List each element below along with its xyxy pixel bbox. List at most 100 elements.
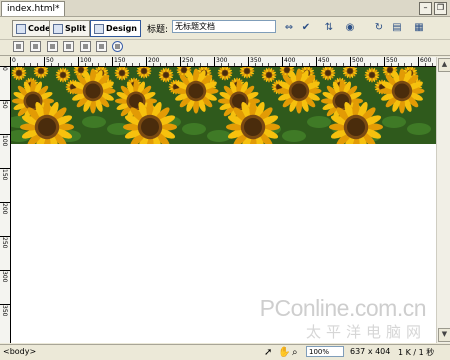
leaf <box>207 130 231 142</box>
hand-tool-icon[interactable]: ✋ <box>278 347 290 358</box>
ruler-tick <box>384 57 385 66</box>
ruler-minor-tick <box>132 63 134 66</box>
ruler-tick <box>282 57 283 66</box>
ruler-tick-label: 200 <box>1 203 8 215</box>
leaf <box>82 116 106 128</box>
ruler-tick-label: 0 <box>12 57 16 64</box>
ruler-minor-tick <box>193 63 195 66</box>
ruler-minor-tick <box>64 63 66 66</box>
ruler-minor-tick <box>118 63 120 66</box>
ruler-minor-tick <box>309 63 311 66</box>
tag-selector[interactable]: <body> <box>3 347 36 356</box>
design-view-icon <box>94 23 104 34</box>
design-view-button[interactable]: Design <box>90 20 141 37</box>
ruler-tick <box>44 57 45 66</box>
code-view-icon <box>16 23 26 34</box>
ruler-minor-tick <box>295 63 297 66</box>
ruler-minor-tick <box>220 63 222 66</box>
visual-aids-icon[interactable]: ▦ <box>412 21 426 34</box>
file-management-icon[interactable]: ⇅ <box>322 21 336 34</box>
toolbox-icon[interactable] <box>96 41 107 52</box>
ruler-tick <box>180 57 181 66</box>
monitor-icon[interactable] <box>63 41 74 52</box>
ruler-tick-label: 300 <box>1 271 8 283</box>
insert-toolbar <box>0 40 450 56</box>
ruler-minor-tick <box>30 63 32 66</box>
browser-check-icon[interactable]: ⇔ <box>282 21 296 34</box>
ruler-minor-tick <box>159 63 161 66</box>
leaf <box>407 123 431 135</box>
file-size-readout: 1 K / 1 秒 <box>398 348 435 357</box>
design-view-label: Design <box>106 24 137 33</box>
stack-icon[interactable] <box>47 41 58 52</box>
sunflower <box>379 68 425 114</box>
ruler-minor-tick <box>370 63 372 66</box>
ruler-minor-tick <box>343 63 345 66</box>
ruler-minor-tick <box>57 63 59 66</box>
design-canvas[interactable] <box>11 67 436 343</box>
ruler-minor-tick <box>98 63 100 66</box>
ruler-minor-tick <box>424 63 426 66</box>
ruler-minor-tick <box>356 63 358 66</box>
ruler-corner <box>0 57 10 66</box>
ruler-tick <box>112 57 113 66</box>
minimize-icon[interactable]: – <box>419 2 432 15</box>
ruler-minor-tick <box>302 63 304 66</box>
split-view-icon <box>53 23 63 34</box>
ruler-minor-tick <box>404 63 406 66</box>
scroll-up-icon[interactable]: ▲ <box>438 58 450 72</box>
ruler-minor-tick <box>241 63 243 66</box>
ruler-minor-tick <box>268 63 270 66</box>
zoom-select[interactable]: 100% <box>306 346 344 357</box>
validate-icon[interactable]: ✔ <box>299 21 313 34</box>
preview-globe-icon[interactable]: ◉ <box>343 21 357 34</box>
vertical-scrollbar[interactable]: ▲ ▼ <box>436 57 450 343</box>
ruler-minor-tick <box>329 63 331 66</box>
ruler-minor-tick <box>336 63 338 66</box>
ruler-tick-label: 350 <box>1 305 8 317</box>
ruler-minor-tick <box>152 63 154 66</box>
refresh-icon[interactable]: ↻ <box>372 21 386 34</box>
sunflower <box>276 68 322 114</box>
ruler-tick-label: 150 <box>1 169 8 181</box>
ruler-tick <box>214 57 215 66</box>
page-title-input[interactable] <box>172 20 276 33</box>
ruler-tick <box>10 57 11 66</box>
horizontal-ruler: 0 50 100 150 200 250 300 350 400 450 500 550 600 <box>10 57 436 67</box>
ruler-minor-tick <box>288 63 290 66</box>
ruler-minor-tick <box>50 63 52 66</box>
ruler-minor-tick <box>234 63 236 66</box>
maximize-icon[interactable]: ❐ <box>434 2 447 15</box>
ruler-tick <box>78 57 79 66</box>
ruler-minor-tick <box>227 63 229 66</box>
zoom-value: 100% <box>309 348 330 356</box>
ruler-minor-tick <box>139 63 141 66</box>
vertical-ruler: 0 50 100 150 200 250 300 350 <box>0 66 11 343</box>
layout-table-icon[interactable] <box>13 41 24 52</box>
ruler-minor-tick <box>390 63 392 66</box>
pointer-tool-icon[interactable]: ➚ <box>264 347 272 358</box>
split-view-button[interactable]: Split <box>49 20 90 37</box>
leaf <box>282 130 306 142</box>
ruler-minor-tick <box>411 63 413 66</box>
sunflower <box>261 67 277 83</box>
ruler-minor-tick <box>377 63 379 66</box>
ruler-tick-label: 50 <box>1 101 8 109</box>
ruler-minor-tick <box>91 63 93 66</box>
zoom-tool-icon[interactable]: ⌕ <box>292 347 298 358</box>
form-icon[interactable] <box>80 41 91 52</box>
view-options-icon[interactable]: ▤ <box>390 21 404 34</box>
ruler-minor-tick <box>173 63 175 66</box>
ruler-minor-tick <box>207 63 209 66</box>
ruler-minor-tick <box>431 63 433 66</box>
document-tab[interactable]: index.html* <box>1 1 66 16</box>
page-icon[interactable] <box>30 41 41 52</box>
no-entry-icon[interactable] <box>112 41 123 52</box>
ruler-tick-label: 0 <box>1 67 8 71</box>
window-size-readout[interactable]: 637 x 404 <box>350 347 390 356</box>
document-toolbar: Code Split Design 标题: ⇔ ✔ ⇅ ◉ ↻ ▤ ▦ <box>0 17 450 40</box>
scroll-down-icon[interactable]: ▼ <box>438 328 450 342</box>
ruler-tick <box>350 57 351 66</box>
sunflower-banner-image[interactable] <box>11 67 436 144</box>
leaf <box>182 123 206 135</box>
